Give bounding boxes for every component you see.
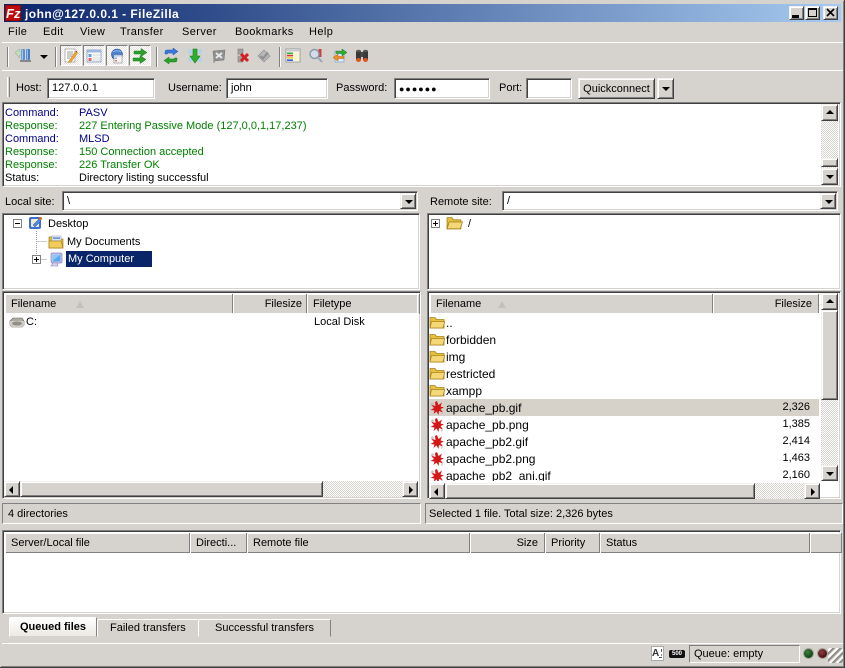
svg-text:Fz: Fz [6,6,21,21]
